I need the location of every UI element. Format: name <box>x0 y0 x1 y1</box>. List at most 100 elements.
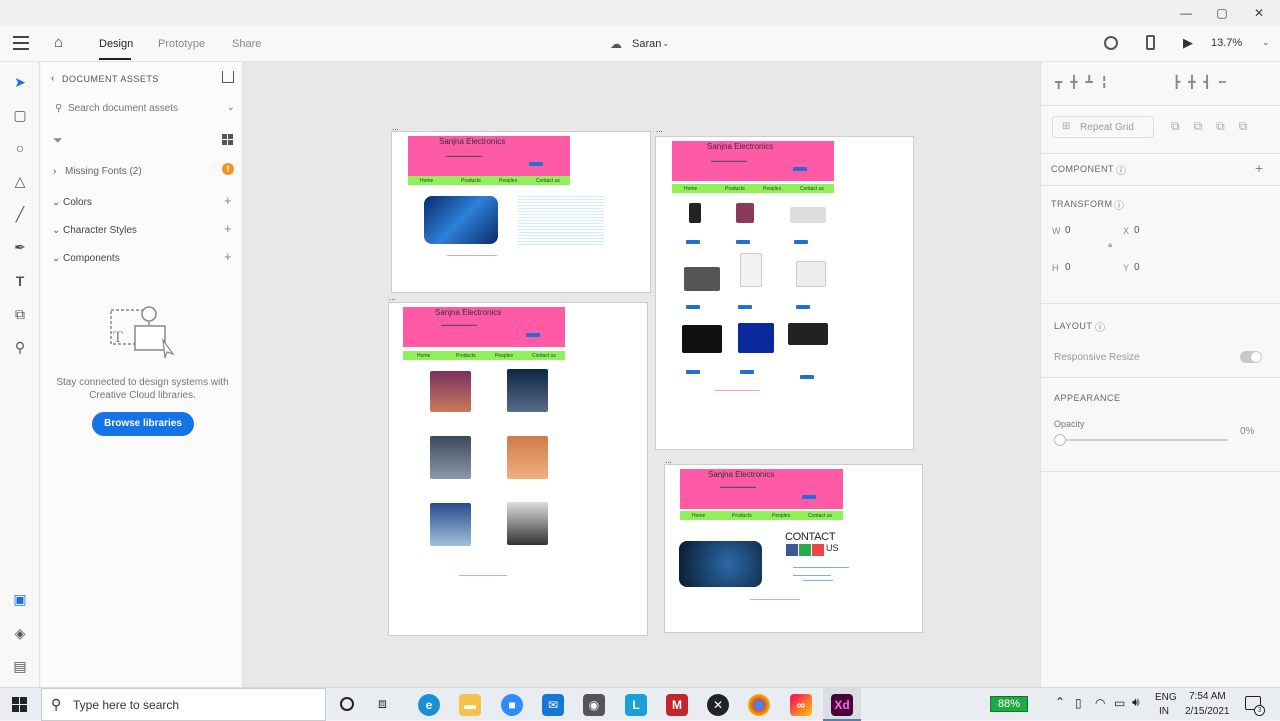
design-canvas[interactable]: ... Sanjna Electronics ▬▬▬▬▬▬▬▬▬ Home Pr… <box>243 62 1040 687</box>
home-icon[interactable]: ⌂ <box>54 34 63 51</box>
nav-home: Home <box>692 513 706 519</box>
add-component-icon[interactable]: + <box>1255 160 1263 176</box>
user-profile-icon[interactable] <box>1104 36 1118 50</box>
mail-icon[interactable]: ✉ <box>542 694 564 716</box>
collapse-chevron-icon[interactable]: ⌄ <box>52 225 60 236</box>
repeat-grid-button[interactable]: ⊞ Repeat Grid <box>1052 116 1154 138</box>
collapse-chevron-icon[interactable]: ⌄ <box>52 253 60 264</box>
close-button[interactable]: ✕ <box>1249 4 1269 22</box>
hamburger-menu-icon[interactable] <box>13 36 29 50</box>
wifi-icon[interactable]: ◠ <box>1095 696 1105 710</box>
chevron-down-icon[interactable]: ⌄ <box>662 38 670 49</box>
width-input[interactable]: 0 <box>1065 225 1071 236</box>
creative-cloud-icon[interactable]: ∞ <box>790 694 812 716</box>
layers-panel-icon[interactable]: ◈ <box>8 621 32 645</box>
align-vertical-icons[interactable]: ┳╋┻╏ <box>1055 75 1116 89</box>
add-character-style-icon[interactable]: + <box>224 221 232 236</box>
collapse-chevron-icon[interactable]: ⌄ <box>52 197 60 208</box>
ellipse-tool-icon[interactable]: ○ <box>8 136 32 160</box>
search-assets-input[interactable] <box>68 100 218 116</box>
edge-icon[interactable]: e <box>418 694 440 716</box>
search-filter-chevron-icon[interactable]: ⌄ <box>227 102 235 113</box>
artboard-products[interactable]: Sanjna Electronics ▬▬▬▬▬▬▬▬▬ Home Produc… <box>655 136 914 450</box>
info-icon[interactable]: ⓘ <box>1116 162 1126 177</box>
clock-time[interactable]: 7:54 AM <box>1189 691 1226 702</box>
width-label: W <box>1052 226 1061 236</box>
y-input[interactable]: 0 <box>1134 262 1140 273</box>
active-tab-indicator <box>99 58 131 60</box>
zoom-app-icon[interactable]: ■ <box>501 694 523 716</box>
assets-panel-icon[interactable]: ▣ <box>8 587 32 611</box>
tray-device-icon[interactable]: ▯ <box>1075 696 1082 710</box>
browse-libraries-button[interactable]: Browse libraries <box>92 412 194 436</box>
expand-chevron-icon[interactable]: › <box>53 166 56 177</box>
volume-icon[interactable]: 🔊︎ <box>1132 695 1140 710</box>
battery-icon[interactable]: ▭ <box>1114 696 1125 710</box>
align-horizontal-icons[interactable]: ┣╋┫╍ <box>1173 75 1234 89</box>
adobe-xd-icon[interactable]: Xd <box>831 694 853 716</box>
tab-prototype[interactable]: Prototype <box>158 38 205 50</box>
opacity-slider-handle[interactable] <box>1054 434 1066 446</box>
height-input[interactable]: 0 <box>1065 262 1071 273</box>
add-color-icon[interactable]: + <box>224 193 232 208</box>
artboard-label[interactable]: ... <box>389 293 396 302</box>
character-styles-section[interactable]: Character Styles <box>63 225 137 236</box>
filter-icon[interactable]: ⏷ <box>53 133 63 148</box>
artboard-label[interactable]: ... <box>656 125 663 134</box>
play-preview-icon[interactable]: ▶ <box>1183 35 1193 51</box>
artboard-peoples[interactable]: Sanjna Electronics ▬▬▬▬▬▬▬▬▬ Home Produc… <box>388 302 648 636</box>
tray-chevron-up-icon[interactable]: ⌃ <box>1055 695 1065 709</box>
zoom-chevron-icon[interactable]: ⌄ <box>1262 37 1270 48</box>
colors-section[interactable]: Colors <box>63 197 92 208</box>
product-image <box>740 253 762 287</box>
language-indicator[interactable]: ENG <box>1155 692 1177 703</box>
info-icon[interactable]: ⓘ <box>1114 197 1124 212</box>
missing-fonts-row[interactable]: Missing Fonts (2) <box>65 166 142 177</box>
cortana-icon[interactable] <box>340 697 354 711</box>
tab-design[interactable]: Design <box>99 38 133 50</box>
rectangle-tool-icon[interactable]: ▢ <box>8 103 32 127</box>
artboard-home[interactable]: Sanjna Electronics ▬▬▬▬▬▬▬▬▬ Home Produc… <box>391 131 651 293</box>
select-tool-icon[interactable]: ➤ <box>8 70 32 94</box>
opacity-value[interactable]: 0% <box>1240 426 1254 437</box>
triangle-tool-icon[interactable]: △ <box>8 169 32 193</box>
pen-tool-icon[interactable]: ✒ <box>8 235 32 259</box>
zoom-tool-icon[interactable]: ⚲ <box>8 335 32 359</box>
battery-indicator[interactable]: 88% <box>990 696 1028 712</box>
file-explorer-icon[interactable]: ▬ <box>459 694 481 716</box>
document-owner[interactable]: Saran <box>632 38 661 50</box>
maximize-button[interactable]: ▢ <box>1212 4 1232 22</box>
text-tool-icon[interactable]: T <box>8 269 32 293</box>
language-region[interactable]: IN <box>1159 706 1169 717</box>
responsive-resize-toggle[interactable] <box>1240 351 1262 363</box>
line-tool-icon[interactable]: ╱ <box>8 202 32 226</box>
task-view-icon[interactable]: ⧈ <box>378 695 387 712</box>
transform-section-title: TRANSFORM <box>1051 199 1113 209</box>
chrome-icon[interactable] <box>748 694 770 716</box>
zoom-level[interactable]: 13.7% <box>1211 37 1242 49</box>
artboard-tool-icon[interactable]: ⧉ <box>8 302 32 326</box>
share-export-icon[interactable] <box>222 71 234 83</box>
add-component-icon[interactable]: + <box>224 249 232 264</box>
plugins-panel-icon[interactable]: ▤ <box>8 654 32 678</box>
clock-date[interactable]: 2/15/2021 <box>1185 706 1230 717</box>
tab-share[interactable]: Share <box>232 38 261 50</box>
assets-title: DOCUMENT ASSETS <box>62 74 159 84</box>
device-preview-icon[interactable] <box>1146 35 1155 50</box>
windows-start-icon[interactable] <box>12 697 27 712</box>
minimize-button[interactable]: — <box>1176 4 1196 22</box>
taskbar-search-box[interactable]: ⚲ Type here to search <box>41 688 326 721</box>
artboard-contact[interactable]: Sanjna Electronics ▬▬▬▬▬▬▬▬▬ Home Produc… <box>664 464 923 633</box>
x-input[interactable]: 0 <box>1134 225 1140 236</box>
boolean-ops-icons[interactable]: ⧉⧉⧉⧉ <box>1171 119 1261 134</box>
opacity-slider[interactable] <box>1060 439 1228 441</box>
lock-aspect-icon[interactable]: 🔒︎ <box>1108 240 1112 250</box>
launcher-l-icon[interactable]: L <box>625 694 647 716</box>
camera-icon[interactable]: ◉ <box>583 694 605 716</box>
back-chevron-icon[interactable]: ‹ <box>51 73 54 84</box>
grid-view-icon[interactable] <box>222 134 233 145</box>
components-section[interactable]: Components <box>63 253 120 264</box>
info-icon[interactable]: ⓘ <box>1095 319 1105 334</box>
xbox-icon[interactable]: ✕ <box>707 694 729 716</box>
mcafee-icon[interactable]: M <box>666 694 688 716</box>
